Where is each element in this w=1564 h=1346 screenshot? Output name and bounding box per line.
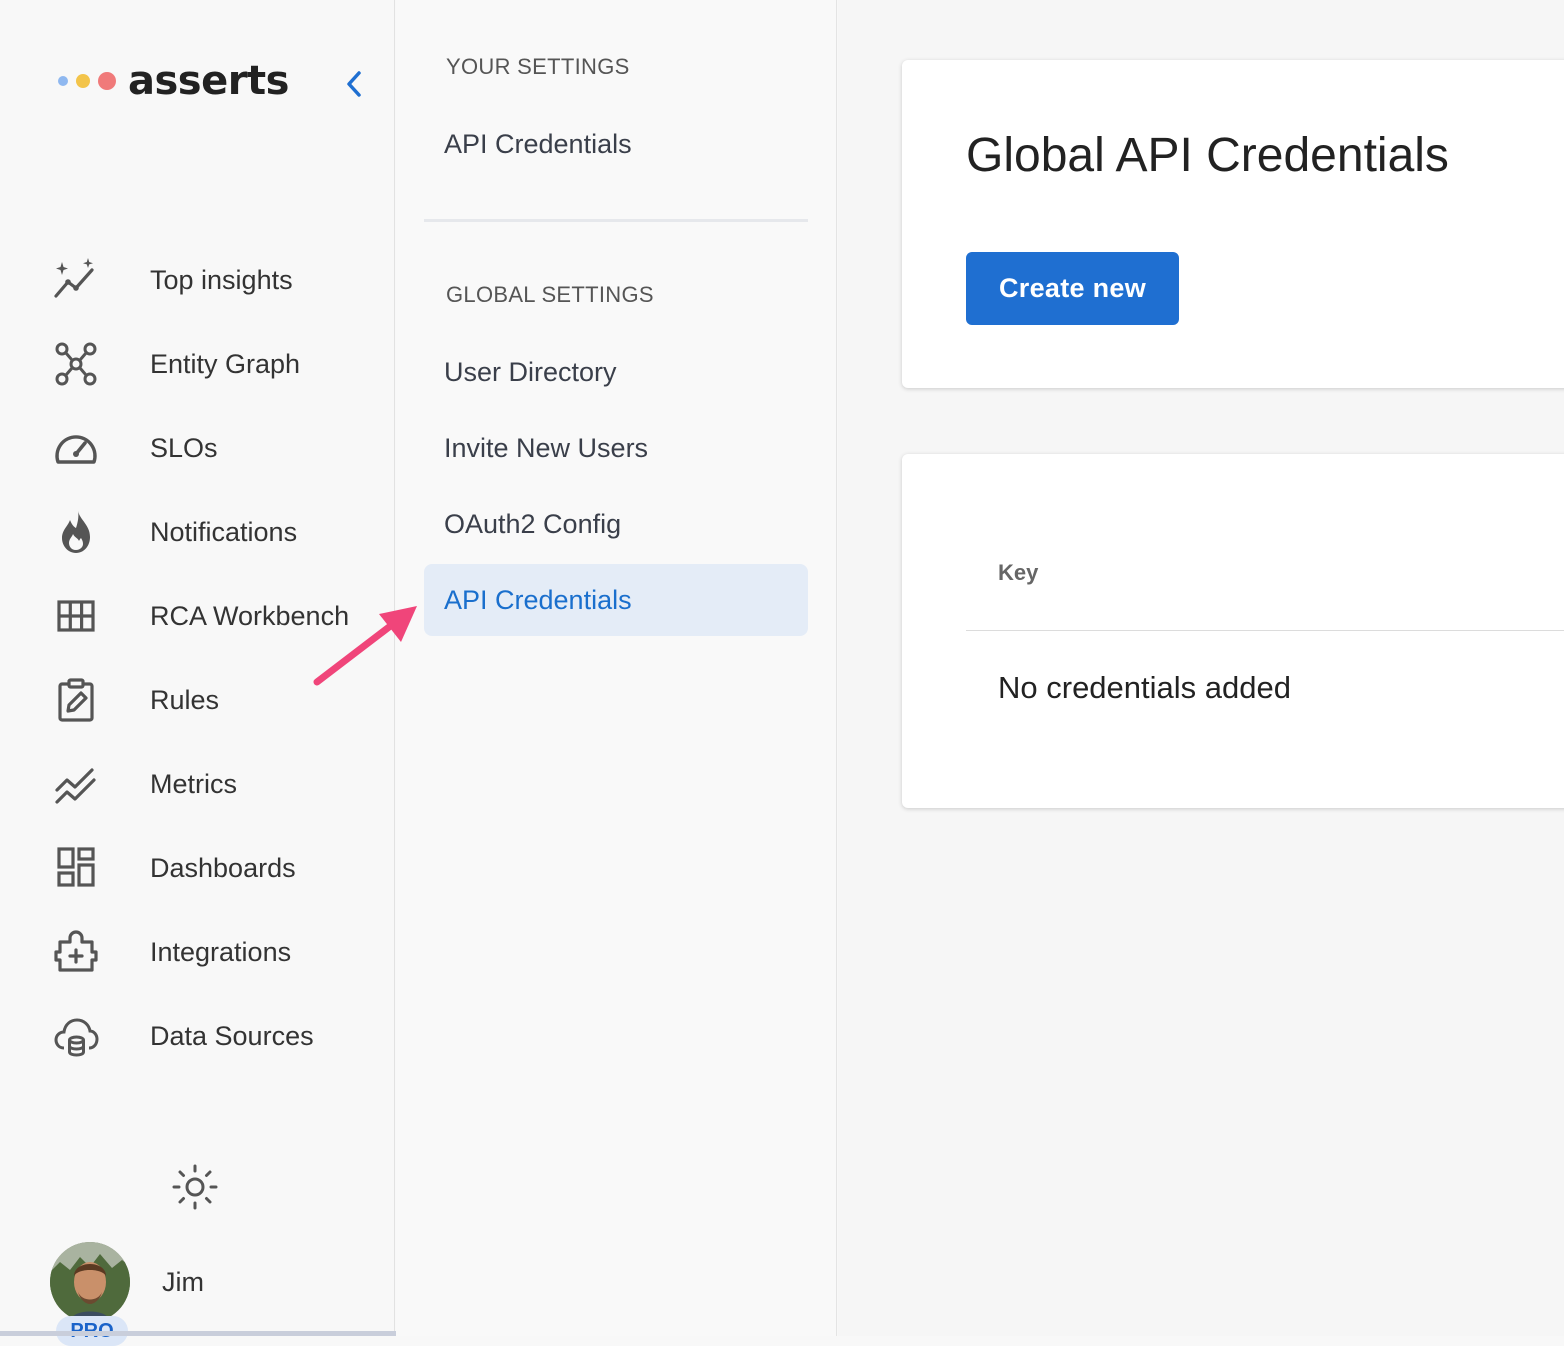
sidebar-item-metrics[interactable]: Metrics: [0, 742, 395, 826]
main-content: Global API Credentials Create new Key No…: [838, 0, 1564, 1336]
brand-logo[interactable]: asserts: [58, 58, 289, 104]
sidebar-item-top-insights[interactable]: Top insights: [0, 238, 395, 322]
column-header-key[interactable]: Key: [998, 560, 1038, 586]
create-new-button[interactable]: Create new: [966, 252, 1179, 325]
avatar-photo: [50, 1242, 130, 1322]
theme-toggle-button[interactable]: [170, 1162, 220, 1212]
sidebar-item-data-sources[interactable]: Data Sources: [0, 994, 395, 1078]
sun-icon: [172, 1164, 218, 1210]
gauge-icon: [0, 424, 150, 472]
sidebar-item-label: SLOs: [150, 432, 218, 463]
logo-dot-blue: [58, 76, 68, 86]
flame-icon: [0, 508, 150, 556]
header-card: Global API Credentials Create new: [902, 60, 1564, 388]
sidebar-item-dashboards[interactable]: Dashboards: [0, 826, 395, 910]
logo-dot-yellow: [76, 74, 90, 88]
sidebar-nav: Top insights Entity Graph SLOs Notificat…: [0, 238, 395, 1078]
settings-item-invite-new-users[interactable]: Invite New Users: [424, 412, 808, 484]
logo-dot-red: [98, 72, 116, 90]
avatar[interactable]: [50, 1242, 130, 1322]
settings-item-your-api-credentials[interactable]: API Credentials: [424, 108, 808, 180]
user-profile[interactable]: Jim: [50, 1242, 204, 1322]
insights-icon: [0, 256, 150, 304]
settings-item-global-api-credentials[interactable]: API Credentials: [424, 564, 808, 636]
page-title: Global API Credentials: [966, 129, 1449, 182]
dashboard-icon: [0, 844, 150, 892]
sidebar-item-label: Dashboards: [150, 852, 296, 883]
cloud-database-icon: [0, 1012, 150, 1060]
settings-menu: YOUR SETTINGS API Credentials GLOBAL SET…: [396, 0, 837, 1336]
collapse-sidebar-button[interactable]: [338, 66, 370, 102]
brand-name: asserts: [128, 58, 289, 104]
settings-divider: [424, 219, 808, 222]
settings-item-oauth2-config[interactable]: OAuth2 Config: [424, 488, 808, 560]
empty-state-message: No credentials added: [998, 670, 1291, 705]
sidebar-item-rca-workbench[interactable]: RCA Workbench: [0, 574, 395, 658]
sidebar-item-notifications[interactable]: Notifications: [0, 490, 395, 574]
sidebar-item-label: Data Sources: [150, 1020, 314, 1051]
grid-icon: [0, 592, 150, 640]
sidebar-item-integrations[interactable]: Integrations: [0, 910, 395, 994]
sidebar-item-label: Notifications: [150, 516, 298, 547]
sidebar-item-label: Rules: [150, 684, 220, 715]
metrics-icon: [0, 760, 150, 808]
chevron-left-icon: [347, 71, 361, 97]
settings-item-user-directory[interactable]: User Directory: [424, 336, 808, 408]
sidebar-item-rules[interactable]: Rules: [0, 658, 395, 742]
sidebar-item-label: Entity Graph: [150, 348, 301, 379]
main-sidebar: asserts Top insights Entity Graph SLOs N…: [0, 0, 785, 1346]
sidebar-item-label: RCA Workbench: [150, 600, 350, 631]
sidebar-item-label: Integrations: [150, 936, 292, 967]
integration-icon: [0, 928, 150, 976]
sidebar-item-entity-graph[interactable]: Entity Graph: [0, 322, 395, 406]
user-name: Jim: [162, 1266, 204, 1297]
sidebar-item-slos[interactable]: SLOs: [0, 406, 395, 490]
table-divider: [966, 630, 1564, 631]
global-settings-heading: GLOBAL SETTINGS: [446, 282, 654, 307]
graph-icon: [0, 340, 150, 388]
clipboard-edit-icon: [0, 676, 150, 724]
credentials-table-card: Key No credentials added: [902, 454, 1564, 808]
sidebar-item-label: Metrics: [150, 768, 237, 799]
sidebar-item-label: Top insights: [150, 264, 293, 295]
your-settings-heading: YOUR SETTINGS: [446, 54, 630, 79]
